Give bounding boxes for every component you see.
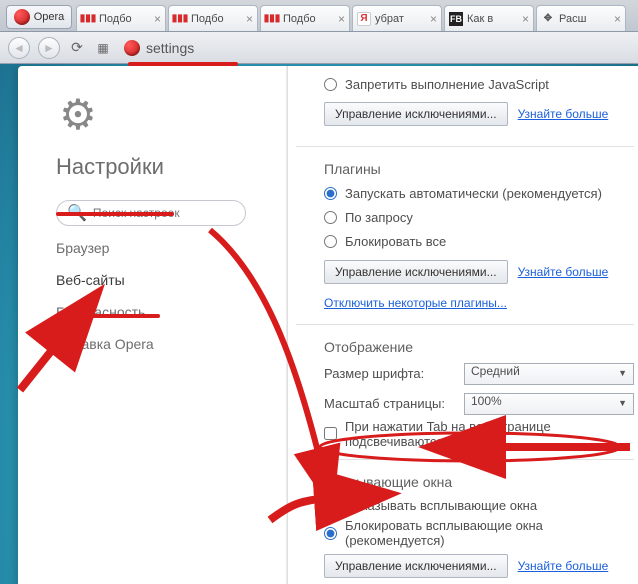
tab-label: Подбо [191, 13, 224, 25]
settings-search[interactable]: 🔍 [56, 200, 246, 226]
tab-highlight-option[interactable]: При нажатии Tab на веб-странице подсвечи… [324, 423, 634, 445]
bars-icon: ▮▮▮ [173, 12, 187, 26]
close-icon[interactable]: × [522, 12, 529, 26]
option-label: Запретить выполнение JavaScript [345, 77, 549, 92]
manage-exceptions-button[interactable]: Управление исключениями... [324, 554, 508, 578]
browser-toolbar: ◄ ► ⟳ ▦ settings [0, 32, 638, 64]
separator [296, 459, 634, 460]
radio-input[interactable] [324, 499, 337, 512]
close-icon[interactable]: × [246, 12, 253, 26]
option-label: По запросу [345, 210, 413, 225]
search-icon: 🔍 [67, 203, 87, 223]
browser-tab[interactable]: ✥ Расш × [536, 5, 626, 31]
opera-logo-icon [124, 40, 140, 56]
section-plugins-title: Плагины [324, 161, 634, 177]
address-text: settings [146, 40, 194, 56]
font-size-row: Размер шрифта: Средний [324, 363, 634, 385]
bars-icon: ▮▮▮ [265, 12, 279, 26]
option-label: Показывать всплывающие окна [345, 498, 537, 513]
plugins-auto-option[interactable]: Запускать автоматически (рекомендуется) [324, 185, 634, 201]
browser-tab[interactable]: ▮▮▮ Подбо × [168, 5, 258, 31]
browser-tab[interactable]: FB Как в × [444, 5, 534, 31]
tab-label: убрат [375, 13, 404, 25]
tab-strip: ▮▮▮ Подбо × ▮▮▮ Подбо × ▮▮▮ Подбо × Я уб… [76, 5, 638, 31]
settings-sidebar: ⚙ Настройки 🔍 Браузер Веб-сайты Безопасн… [18, 66, 268, 584]
option-label: При нажатии Tab на веб-странице подсвечи… [345, 419, 634, 449]
extension-icon: ✥ [541, 12, 555, 26]
zoom-label: Масштаб страницы: [324, 396, 454, 411]
js-block-option[interactable]: Запретить выполнение JavaScript [324, 76, 634, 92]
sidebar-item-browser[interactable]: Браузер [56, 230, 246, 258]
tab-label: Подбо [99, 13, 132, 25]
sidebar-item-security[interactable]: Безопасность [56, 294, 246, 322]
option-label: Блокировать все [345, 234, 446, 249]
tab-label: Расш [559, 13, 586, 25]
option-label: Запускать автоматически (рекомендуется) [345, 186, 602, 201]
checkbox-input[interactable] [324, 427, 337, 440]
learn-more-link[interactable]: Узнайте больше [518, 559, 609, 573]
address-bar[interactable]: settings [120, 40, 194, 56]
yandex-icon: Я [357, 12, 371, 26]
close-icon[interactable]: × [430, 12, 437, 26]
learn-more-link[interactable]: Узнайте больше [518, 265, 609, 279]
browser-tab[interactable]: Я убрат × [352, 5, 442, 31]
section-popups-title: Всплывающие окна [324, 474, 634, 490]
radio-input[interactable] [324, 527, 337, 540]
disable-plugins-link[interactable]: Отключить некоторые плагины... [324, 296, 634, 310]
speed-dial-button[interactable]: ▦ [94, 39, 112, 57]
app-name: Opera [34, 11, 65, 23]
separator [296, 324, 634, 325]
plugins-ondemand-option[interactable]: По запросу [324, 209, 634, 225]
settings-page: ⚙ Настройки 🔍 Браузер Веб-сайты Безопасн… [18, 66, 638, 584]
browser-tab[interactable]: ▮▮▮ Подбо × [76, 5, 166, 31]
separator [296, 146, 634, 147]
option-label: Блокировать всплывающие окна (рекомендуе… [345, 518, 634, 548]
window-titlebar: Opera ▮▮▮ Подбо × ▮▮▮ Подбо × ▮▮▮ Подбо … [0, 0, 638, 32]
close-icon[interactable]: × [338, 12, 345, 26]
back-button[interactable]: ◄ [8, 37, 30, 59]
reload-button[interactable]: ⟳ [68, 39, 86, 57]
popups-show-option[interactable]: Показывать всплывающие окна [324, 498, 634, 514]
manage-exceptions-button[interactable]: Управление исключениями... [324, 260, 508, 284]
tab-label: Как в [467, 13, 493, 25]
font-size-label: Размер шрифта: [324, 366, 454, 381]
sidebar-item-help[interactable]: Справка Opera [56, 326, 246, 354]
radio-input[interactable] [324, 187, 337, 200]
app-menu-button[interactable]: Opera [6, 5, 72, 29]
plugins-block-option[interactable]: Блокировать все [324, 234, 634, 250]
zoom-select[interactable]: 100% [464, 393, 634, 415]
section-display-title: Отображение [324, 339, 634, 355]
sidebar-item-websites[interactable]: Веб-сайты [56, 262, 246, 290]
gear-icon: ⚙ [56, 92, 100, 136]
font-size-select[interactable]: Средний [464, 363, 634, 385]
vertical-separator [286, 66, 288, 584]
radio-input[interactable] [324, 235, 337, 248]
tab-label: Подбо [283, 13, 316, 25]
manage-exceptions-button[interactable]: Управление исключениями... [324, 102, 508, 126]
browser-tab[interactable]: ▮▮▮ Подбо × [260, 5, 350, 31]
settings-search-input[interactable] [93, 206, 248, 220]
settings-content: Запретить выполнение JavaScript Управлен… [268, 66, 638, 584]
learn-more-link[interactable]: Узнайте больше [518, 107, 609, 121]
bars-icon: ▮▮▮ [81, 12, 95, 26]
forward-button[interactable]: ► [38, 37, 60, 59]
zoom-row: Масштаб страницы: 100% [324, 393, 634, 415]
opera-logo-icon [14, 9, 30, 25]
sidebar-title: Настройки [56, 154, 246, 180]
close-icon[interactable]: × [154, 12, 161, 26]
fb-icon: FB [449, 12, 463, 26]
radio-input[interactable] [324, 211, 337, 224]
radio-input[interactable] [324, 78, 337, 91]
close-icon[interactable]: × [614, 12, 621, 26]
popups-block-option[interactable]: Блокировать всплывающие окна (рекомендуе… [324, 522, 634, 544]
